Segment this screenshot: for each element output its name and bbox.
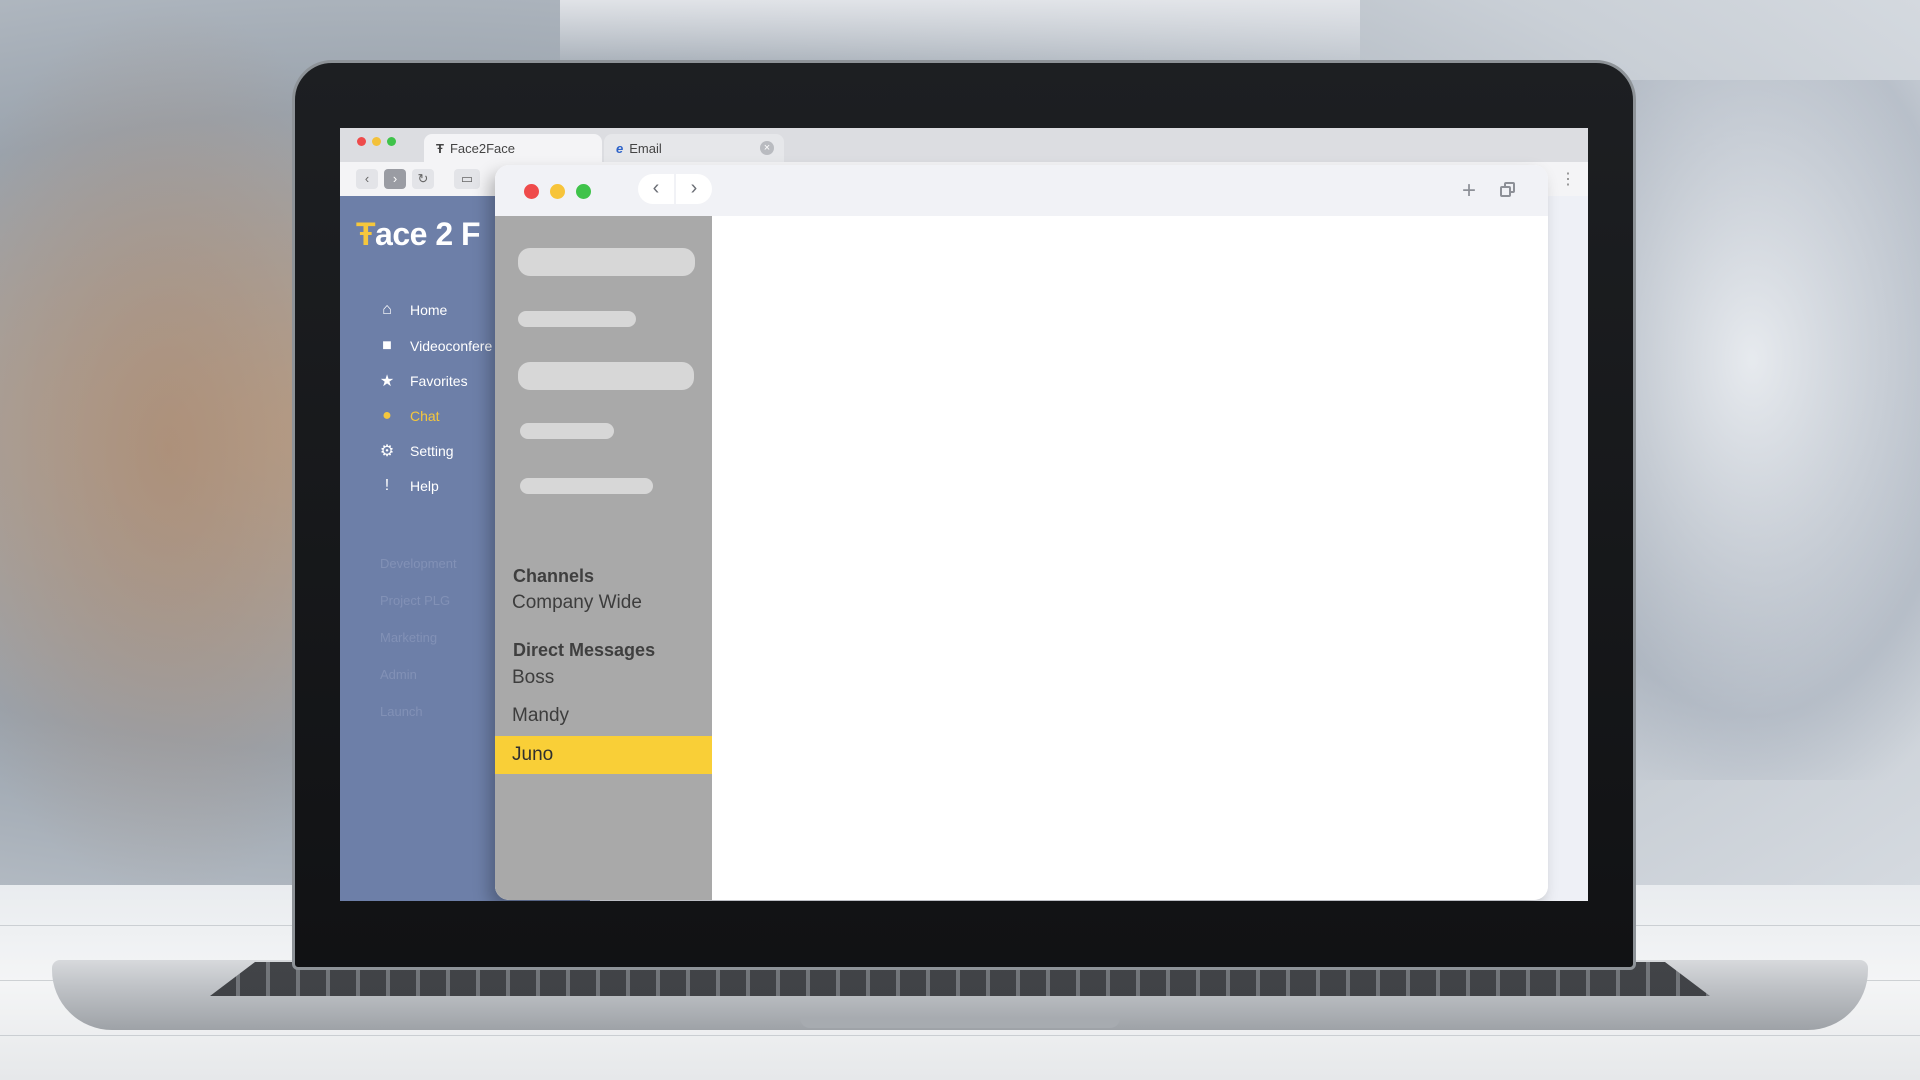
chat-close-button[interactable] — [524, 184, 539, 199]
sidebar-item-label: Favorites — [410, 373, 468, 389]
chat-back-button[interactable]: ‹ — [638, 174, 674, 204]
chat-maximize-button[interactable] — [576, 184, 591, 199]
chat-window: ‹ › + Channels Company Wide Direct Messa… — [495, 165, 1548, 900]
duplicate-window-icon[interactable] — [1500, 182, 1516, 198]
chat-window-titlebar: ‹ › + — [495, 165, 1548, 216]
workspace-item[interactable]: Marketing — [380, 630, 437, 645]
outer-tab-bar: Ŧ Face2Face e Email × — [340, 128, 1588, 162]
tab-close-icon[interactable]: × — [760, 141, 774, 155]
sidebar-item-setting[interactable]: ⚙ Setting — [376, 440, 454, 462]
skeleton-placeholder — [520, 423, 614, 439]
dm-item-selected[interactable]: Juno — [495, 736, 712, 774]
tab-email[interactable]: e Email × — [604, 134, 784, 162]
workspace-item[interactable]: Launch — [380, 704, 423, 719]
chat-minimize-button[interactable] — [550, 184, 565, 199]
new-tab-plus-icon[interactable]: + — [1462, 177, 1476, 205]
laptop-screen: Ŧ Face2Face e Email × ‹ › ↻ ▭ ⋮ Ŧace 2 F… — [340, 128, 1588, 901]
help-icon: ! — [384, 477, 390, 494]
sidebar-item-favorites[interactable]: ★ Favorites — [376, 370, 468, 392]
outer-back-button[interactable]: ‹ — [356, 169, 378, 189]
workspace-item[interactable]: Admin — [380, 667, 417, 682]
sidebar-item-label: Home — [410, 302, 448, 318]
email-logo-icon: e — [616, 140, 624, 156]
tab-face2face[interactable]: Ŧ Face2Face — [424, 134, 602, 162]
tab-label: Email — [629, 140, 662, 156]
sidebar-item-videoconference[interactable]: ■ Videoconfere — [376, 335, 492, 357]
home-icon: ⌂ — [382, 301, 392, 318]
outer-sidebar-toggle-button[interactable]: ▭ — [454, 169, 480, 189]
app-logo: Ŧace 2 F — [356, 216, 481, 252]
workspace-item[interactable]: Project PLG — [380, 593, 450, 608]
gear-icon: ⚙ — [379, 443, 395, 460]
sidebar-item-home[interactable]: ⌂ Home — [376, 299, 447, 321]
outer-menu-icon[interactable]: ⋮ — [1560, 169, 1576, 189]
laptop-notch — [800, 1018, 1120, 1028]
sidebar-item-help[interactable]: ! Help — [376, 475, 439, 497]
sidebar-item-label: Videoconfere — [410, 338, 493, 354]
star-icon: ★ — [379, 373, 395, 390]
chat-main-panel — [712, 216, 1548, 900]
direct-messages-header: Direct Messages — [513, 640, 656, 660]
outer-close-button[interactable] — [357, 137, 366, 146]
chat-sidebar: Channels Company Wide Direct Messages Bo… — [495, 216, 712, 900]
sidebar-item-label: Chat — [410, 408, 440, 424]
sidebar-item-chat[interactable]: ● Chat — [376, 405, 440, 427]
tab-label: Face2Face — [449, 140, 515, 156]
face2face-logo-icon: Ŧ — [436, 140, 444, 156]
sidebar-item-label: Help — [410, 478, 439, 494]
skeleton-placeholder — [518, 311, 636, 327]
dm-item[interactable]: Boss — [495, 659, 712, 697]
outer-reload-button[interactable]: ↻ — [412, 169, 434, 189]
outer-forward-button[interactable]: › — [384, 169, 406, 189]
outer-minimize-button[interactable] — [372, 137, 381, 146]
skeleton-placeholder — [518, 248, 695, 276]
chat-forward-button[interactable]: › — [676, 174, 712, 204]
video-icon: ■ — [382, 337, 392, 354]
dm-item[interactable]: Mandy — [495, 697, 712, 735]
sidebar-item-label: Setting — [410, 443, 454, 459]
channel-item[interactable]: Company Wide — [495, 584, 712, 622]
workspace-item[interactable]: Development — [380, 556, 457, 571]
outer-maximize-button[interactable] — [387, 137, 396, 146]
chat-icon: ● — [382, 407, 392, 424]
skeleton-placeholder — [518, 362, 694, 390]
skeleton-placeholder — [520, 478, 653, 494]
